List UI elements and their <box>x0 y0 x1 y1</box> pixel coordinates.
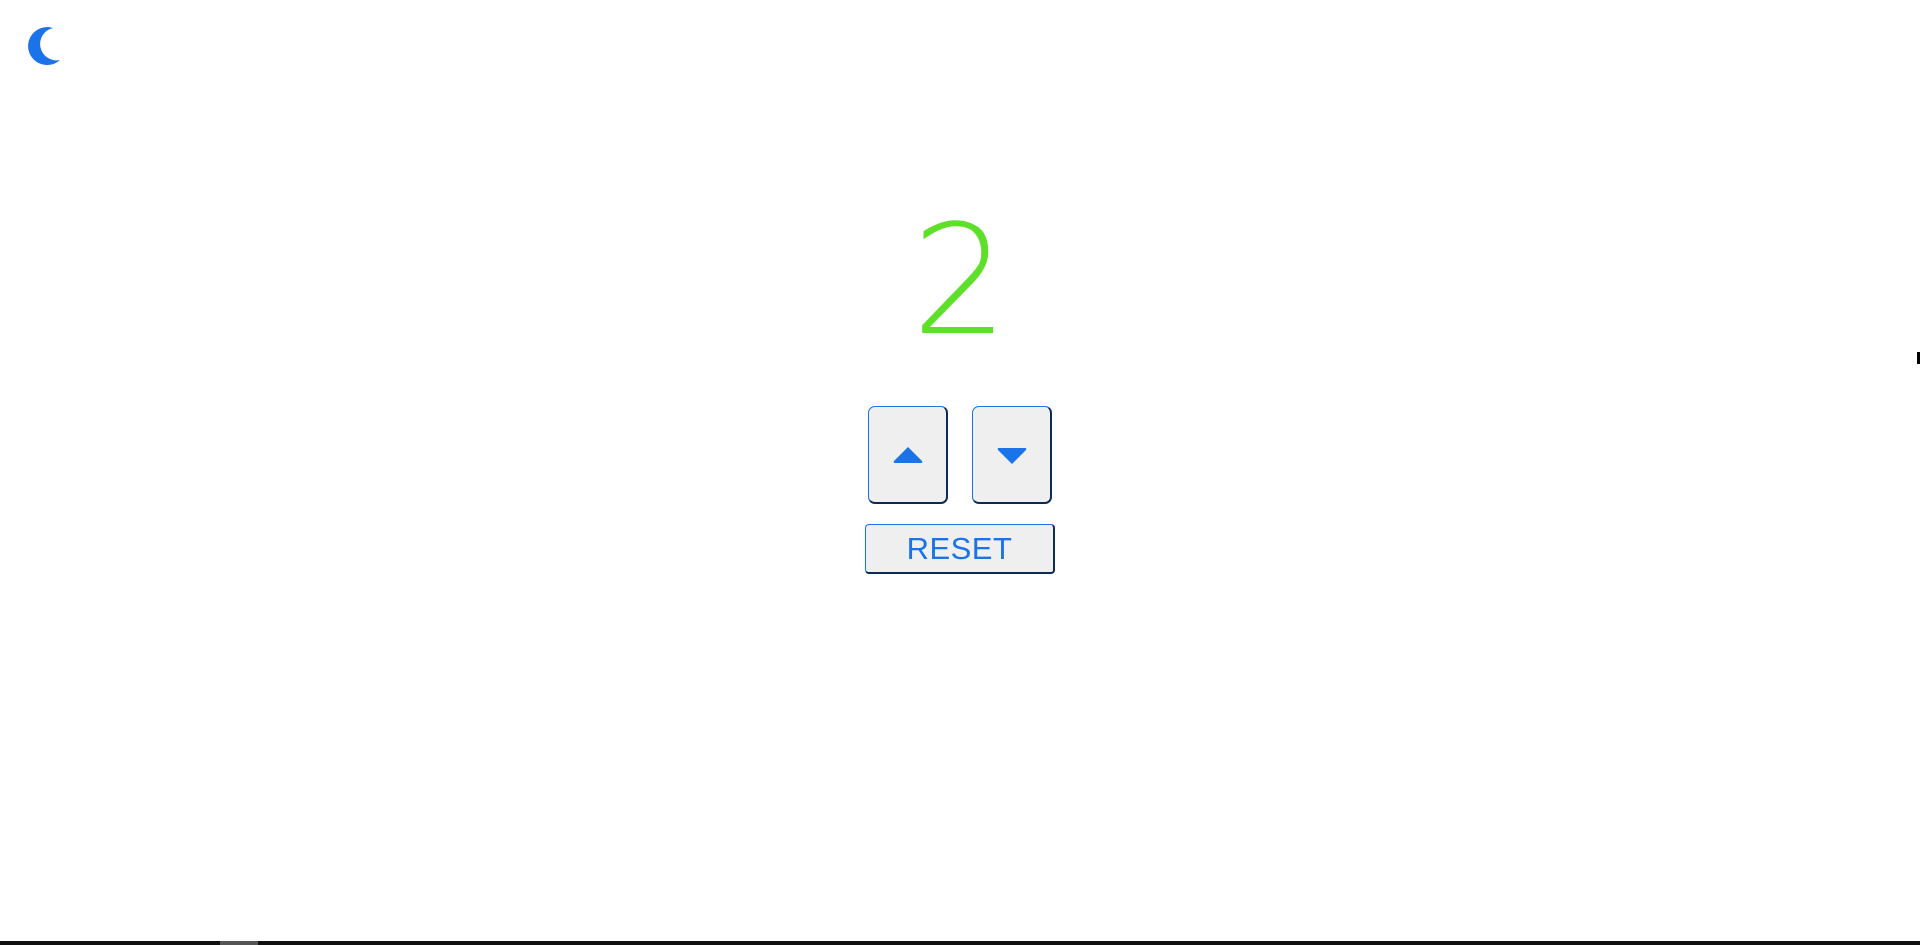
counter-app: 2 RESET <box>0 0 1920 945</box>
caret-down-icon <box>997 447 1026 464</box>
bottom-bar <box>0 941 1920 945</box>
reset-button[interactable]: RESET <box>865 524 1055 574</box>
caret-up-icon <box>893 446 922 463</box>
bottom-bar-segment <box>220 941 258 945</box>
increment-button[interactable] <box>868 406 948 504</box>
theme-toggle-button[interactable] <box>22 24 66 68</box>
moon-icon <box>28 27 60 66</box>
decrement-button[interactable] <box>972 406 1052 504</box>
counter-value: 2 <box>911 192 1009 369</box>
